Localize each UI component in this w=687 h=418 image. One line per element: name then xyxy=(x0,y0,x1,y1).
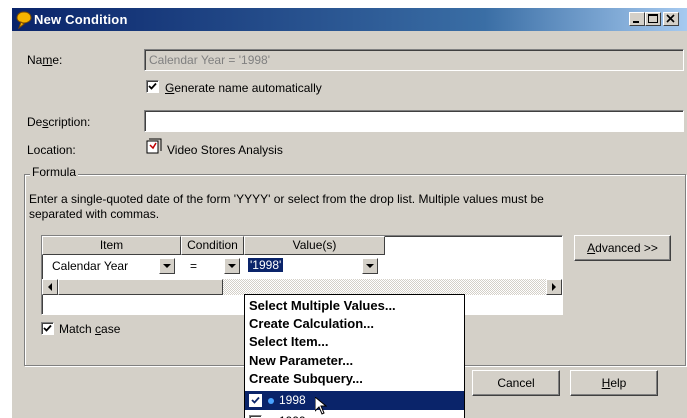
close-icon xyxy=(666,14,675,23)
minimize-icon xyxy=(633,21,639,23)
formula-group-title: Formula xyxy=(30,165,79,179)
value-dropdown-menu: Select Multiple Values... Create Calcula… xyxy=(244,294,465,418)
generate-name-checkbox[interactable] xyxy=(146,80,159,93)
value-option-1998[interactable]: 1998 xyxy=(245,391,464,415)
column-header-values[interactable]: Value(s) xyxy=(244,236,385,255)
arrow-left-icon xyxy=(48,283,52,291)
generate-name-label: Generate name automatically xyxy=(165,81,322,95)
condition-dropdown-button[interactable] xyxy=(224,258,240,274)
cancel-button[interactable]: Cancel xyxy=(472,370,560,396)
value-cell[interactable]: '1998' xyxy=(248,258,284,272)
dropdown-arrow-icon xyxy=(366,264,374,268)
formula-instructions-line1: Enter a single-quoted date of the form '… xyxy=(29,192,544,206)
match-case-checkbox[interactable] xyxy=(41,322,54,335)
checkmark-icon xyxy=(148,82,157,90)
new-parameter-item[interactable]: New Parameter... xyxy=(249,353,353,368)
item-cell[interactable]: Calendar Year xyxy=(52,259,128,273)
create-subquery-item[interactable]: Create Subquery... xyxy=(249,371,363,386)
name-label: Name: xyxy=(27,53,63,67)
name-field: Calendar Year = '1998' xyxy=(144,49,684,71)
scroll-left-button[interactable] xyxy=(42,279,58,295)
condition-cell[interactable]: = xyxy=(190,259,197,273)
value-1998-checkbox[interactable] xyxy=(249,394,262,407)
minimize-button[interactable] xyxy=(629,12,645,26)
arrow-right-icon xyxy=(552,283,556,291)
value-type-icon xyxy=(268,398,274,404)
dropdown-arrow-icon xyxy=(163,264,171,268)
value-dropdown-button[interactable] xyxy=(362,258,378,274)
location-value: Video Stores Analysis xyxy=(167,143,283,157)
value-option-label: 1999 xyxy=(279,414,306,418)
description-input[interactable] xyxy=(144,110,684,132)
maximize-button[interactable] xyxy=(645,12,661,26)
value-option-label: 1998 xyxy=(279,393,306,407)
title-bar[interactable]: New Condition xyxy=(12,8,687,31)
create-calculation-item[interactable]: Create Calculation... xyxy=(249,316,374,331)
maximize-icon xyxy=(648,14,658,23)
condition-icon xyxy=(16,11,32,29)
scroll-right-button[interactable] xyxy=(546,279,562,295)
formula-instructions-line2: separated with commas. xyxy=(29,207,160,221)
business-area-icon xyxy=(146,138,162,154)
description-label: Description: xyxy=(27,115,91,129)
help-button[interactable]: Help xyxy=(570,370,658,396)
item-dropdown-button[interactable] xyxy=(159,258,175,274)
dropdown-arrow-icon xyxy=(228,264,236,268)
column-header-condition[interactable]: Condition xyxy=(181,236,244,255)
select-multiple-values-item[interactable]: Select Multiple Values... xyxy=(249,298,396,313)
checkmark-icon xyxy=(43,324,52,332)
value-option-1999[interactable]: 1999 xyxy=(245,410,464,418)
select-item-item[interactable]: Select Item... xyxy=(249,334,328,349)
column-header-item[interactable]: Item xyxy=(42,236,181,255)
location-label: Location: xyxy=(27,143,76,157)
advanced-button[interactable]: Advanced >> xyxy=(574,235,671,261)
close-button[interactable] xyxy=(663,12,679,26)
new-condition-dialog: New Condition Name: Calendar Year = '199… xyxy=(12,8,687,418)
window-title: New Condition xyxy=(34,12,128,27)
checkmark-icon xyxy=(251,396,260,404)
match-case-label: Match case xyxy=(59,322,121,336)
horizontal-scroll-thumb[interactable] xyxy=(58,279,223,295)
